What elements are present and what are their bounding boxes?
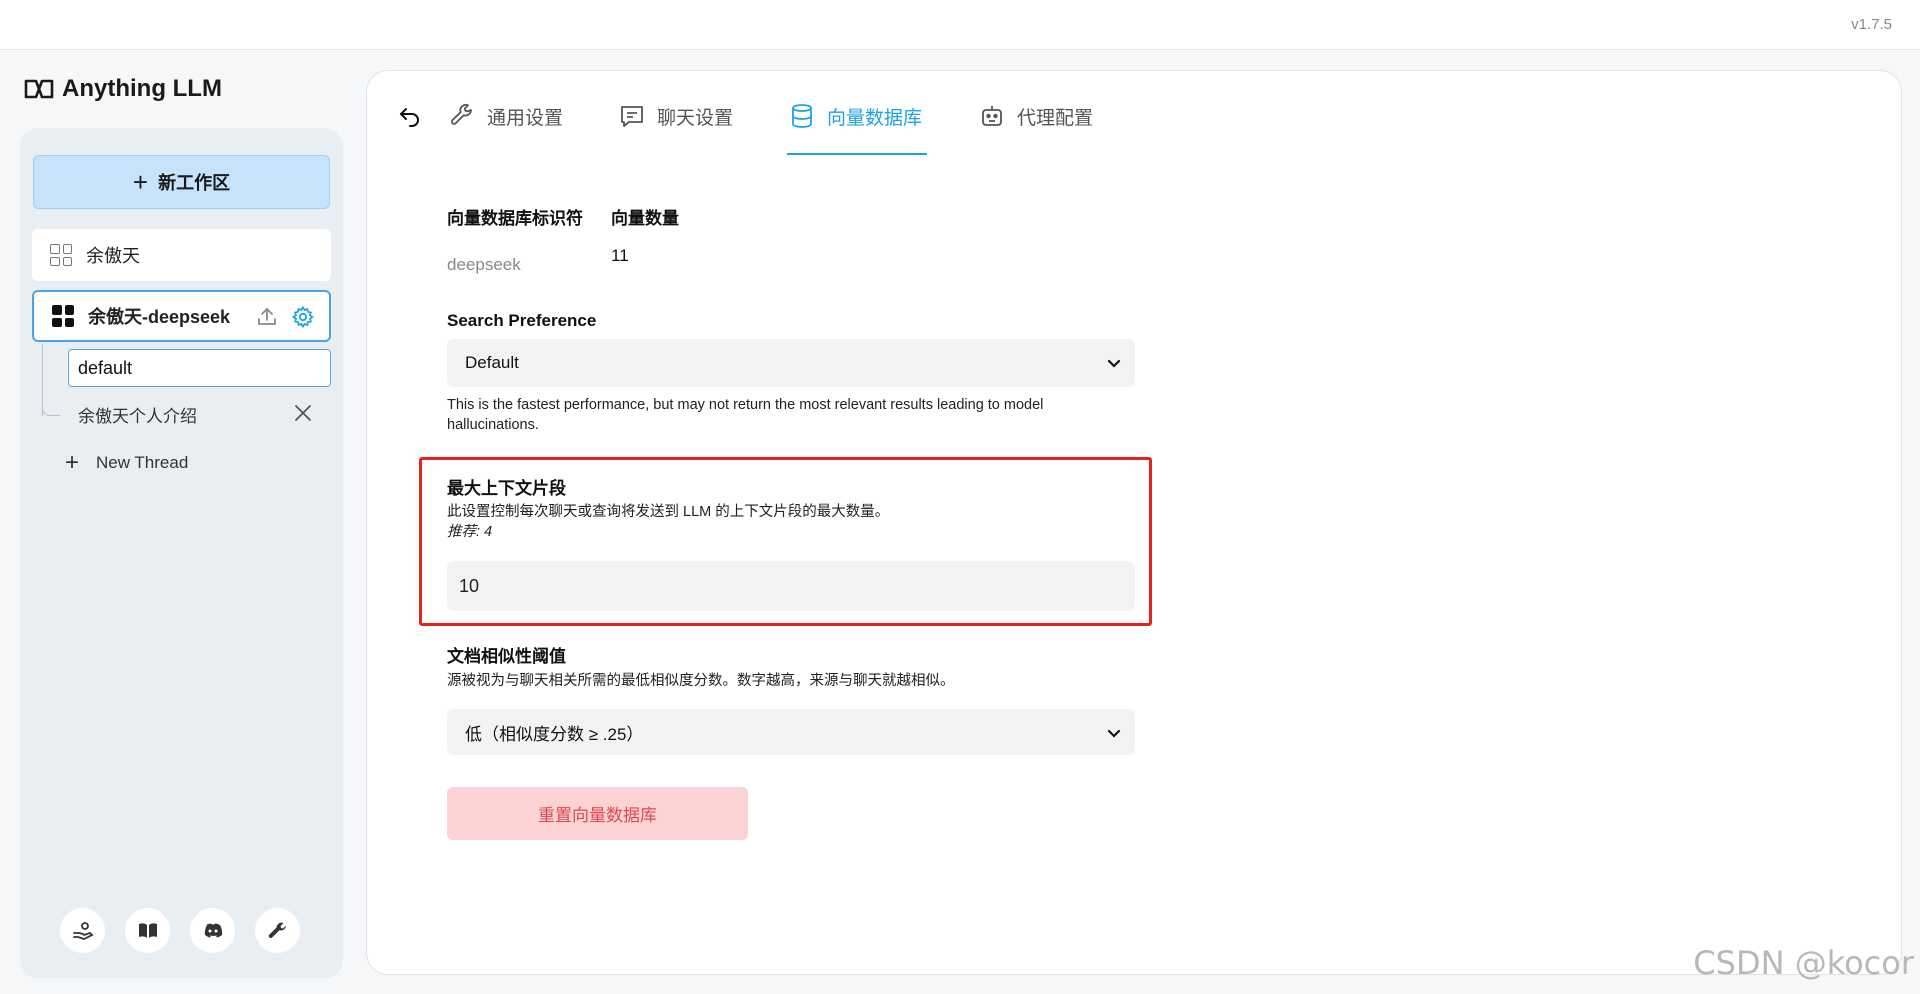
workspace-grid-icon	[52, 305, 74, 327]
search-preference-help: This is the fastest performance, but may…	[447, 397, 1044, 433]
max-context-recommend: 推荐: 4	[447, 524, 493, 540]
sidebar-footer	[60, 908, 300, 953]
settings-button[interactable]	[255, 908, 300, 953]
database-icon	[792, 104, 812, 128]
gear-icon[interactable]	[291, 305, 315, 329]
thread-item-default[interactable]: default	[68, 349, 331, 387]
workspace-label: 余傲天	[86, 246, 140, 266]
upload-icon[interactable]	[255, 305, 279, 329]
docs-button[interactable]	[125, 908, 170, 953]
workspace-grid-icon	[50, 244, 72, 266]
vector-count-value: 11	[611, 246, 629, 265]
discord-icon	[204, 923, 222, 937]
version-label: v1.7.5	[1851, 16, 1892, 33]
tab-label: 聊天设置	[657, 107, 734, 129]
support-icon	[72, 921, 94, 940]
max-context-help: 此设置控制每次聊天或查询将发送到 LLM 的上下文片段的最大数量。	[447, 504, 890, 520]
workspace-item-active[interactable]: 余傲天-deepseek	[32, 290, 331, 342]
app-logo[interactable]: Anything LLM	[24, 74, 222, 104]
plus-icon: +	[64, 449, 79, 476]
thread-label: default	[78, 357, 133, 378]
select-value: 低（相似度分数 ≥ .25）	[465, 724, 644, 744]
max-context-input[interactable]: 10	[447, 561, 1135, 611]
wrench-icon	[451, 103, 472, 125]
select-value: Default	[465, 353, 519, 372]
new-workspace-label: 新工作区	[158, 173, 231, 193]
discord-button[interactable]	[190, 908, 235, 953]
back-arrow-icon[interactable]	[397, 103, 423, 129]
tab-agent-config[interactable]: 代理配置	[979, 101, 1093, 131]
input-value: 10	[459, 575, 480, 596]
chat-icon	[621, 106, 643, 127]
sidebar: + 新工作区 余傲天 余傲天-deepseek	[20, 128, 343, 978]
new-thread-button[interactable]: + New Thread	[62, 447, 188, 479]
chevron-down-icon	[1107, 729, 1121, 738]
docs-book-icon	[138, 922, 157, 938]
thread-branch	[42, 402, 60, 416]
vector-db-identifier-label: 向量数据库标识符	[447, 209, 583, 228]
tab-label: 通用设置	[487, 107, 564, 129]
chevron-down-icon	[1107, 359, 1121, 368]
tab-chat-settings[interactable]: 聊天设置	[619, 101, 733, 131]
support-button[interactable]	[60, 908, 105, 953]
top-bar: v1.7.5	[0, 0, 1920, 50]
thread-label: 余傲天个人介绍	[78, 406, 197, 426]
vector-count-label: 向量数量	[611, 209, 679, 228]
similarity-threshold-select[interactable]: 低（相似度分数 ≥ .25）	[447, 709, 1135, 755]
new-workspace-button[interactable]: + 新工作区	[33, 155, 330, 209]
workspace-item[interactable]: 余傲天	[32, 229, 331, 281]
close-icon[interactable]	[292, 402, 314, 424]
tab-general-settings[interactable]: 通用设置	[449, 101, 563, 131]
thread-item[interactable]: 余傲天个人介绍	[78, 396, 314, 432]
logo-icon	[24, 79, 54, 99]
new-thread-label: New Thread	[96, 453, 189, 472]
workspace-label: 余傲天-deepseek	[88, 307, 231, 327]
tab-label: 向量数据库	[827, 107, 923, 129]
active-tab-indicator	[787, 153, 927, 155]
reset-vector-db-button[interactable]: 重置向量数据库	[447, 787, 748, 840]
settings-wrench-icon	[268, 922, 286, 938]
plus-icon: +	[132, 167, 149, 197]
max-context-label: 最大上下文片段	[447, 479, 566, 498]
vector-db-identifier-value: deepseek	[447, 255, 521, 274]
app-name: Anything LLM	[62, 75, 222, 102]
similarity-threshold-help: 源被视为与聊天相关所需的最低相似度分数。数字越高，来源与聊天就越相似。	[447, 673, 955, 689]
similarity-threshold-label: 文档相似性阈值	[447, 647, 566, 666]
tab-label: 代理配置	[1017, 107, 1094, 129]
robot-icon	[982, 106, 1002, 126]
search-preference-select[interactable]: Default	[447, 339, 1135, 387]
search-preference-label: Search Preference	[447, 311, 597, 330]
tab-vector-database[interactable]: 向量数据库	[789, 101, 922, 131]
watermark: CSDN @kocor	[1693, 944, 1914, 982]
settings-panel: 通用设置 聊天设置 向量数据库 代理配置 向量数据库标识符 向量数量 deeps…	[366, 70, 1902, 975]
